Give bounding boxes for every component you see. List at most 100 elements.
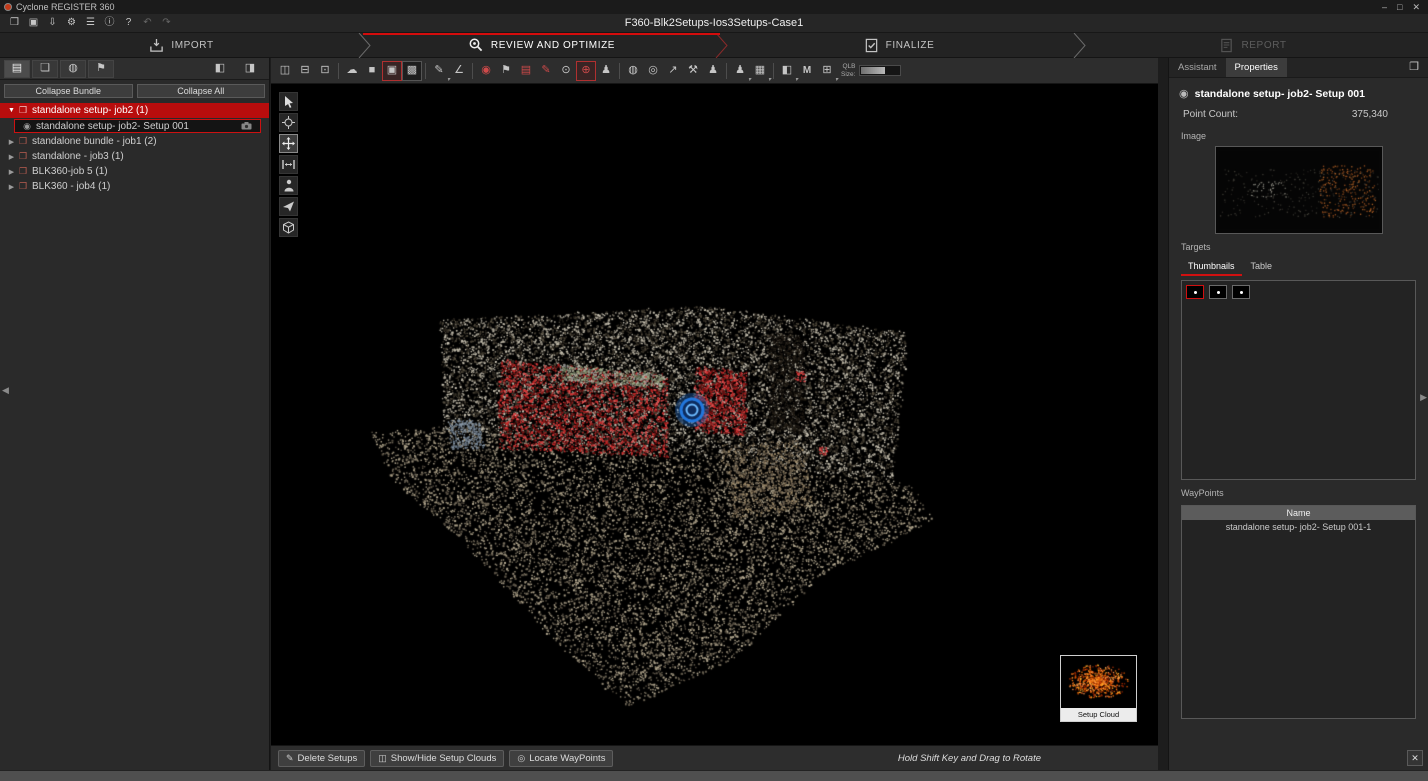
import-data-icon[interactable]: ⇩ [44,16,61,31]
viewport-bottom-bar: ✎ Delete Setups ◫ Show/Hide Setup Clouds… [271,745,1158,770]
pan-tool-button[interactable] [279,134,298,153]
draw-tool-icon[interactable]: ✎ [536,61,556,81]
fly-tool-button[interactable] [279,197,298,216]
panel-layout-icon[interactable]: ❐ [1404,58,1424,78]
open-project-icon[interactable]: ❒ [6,16,23,31]
split-horizontal-icon[interactable]: ◫ [275,61,295,81]
save-project-icon[interactable]: ▣ [25,16,42,31]
attachments-tab[interactable]: ❏ [32,60,58,78]
dropdown-caret-icon: ▾ [768,77,771,83]
measure-icon[interactable]: ∠ [449,61,469,81]
locate-icon: ◎ [517,753,525,764]
expand-view-icon[interactable]: ↗ [663,61,683,81]
dock-right-icon[interactable]: ◨ [237,60,263,78]
qlb-size-slider[interactable] [859,65,901,76]
properties-tab[interactable]: Properties [1226,58,1287,77]
unit-meter-icon[interactable]: M [797,61,817,81]
target-thumbnail-1[interactable] [1186,285,1204,299]
point-count-value: 375,340 [1352,109,1388,120]
show-hide-setup-clouds-button[interactable]: ◫ Show/Hide Setup Clouds [370,750,504,767]
maximize-button[interactable]: □ [1397,2,1402,13]
workflow-step-finalize[interactable]: FINALIZE [720,33,1078,57]
qlb-size-label: QLB Size: [841,63,855,77]
expander-icon[interactable]: ▶ [6,168,17,176]
collapse-right-panel-handle[interactable]: ▶ [1420,392,1427,403]
split-vertical-icon[interactable]: ⊟ [295,61,315,81]
point-cloud-canvas[interactable] [271,84,1158,745]
point-cloud-view-icon[interactable]: ☁ [342,61,362,81]
expander-icon[interactable]: ▼ [6,107,17,114]
project-explorer-tab[interactable]: ▤ [4,60,30,78]
pano-view-icon[interactable]: ▩ [402,61,422,81]
target-chips [1186,285,1411,299]
bookmarks-tab[interactable]: ⚑ [88,60,114,78]
delete-setups-button[interactable]: ✎ Delete Setups [278,750,365,767]
expander-icon[interactable]: ▶ [6,138,17,146]
tree-item-blk360-job5[interactable]: ▶ ❒ BLK360-job 5 (1) [0,164,269,179]
targets-thumbnails-tab[interactable]: Thumbnails [1181,259,1242,276]
point-cloud-viewport[interactable]: Setup Cloud [271,84,1158,745]
label-tool-icon[interactable]: ⚑ [496,61,516,81]
expander-icon[interactable]: ▶ [6,183,17,191]
qlb-slider-fill [861,67,884,74]
collapse-left-panel-handle[interactable]: ◀ [2,385,9,396]
adjust-tool-icon[interactable]: ⚒ [683,61,703,81]
tree-item-job1[interactable]: ▶ ❒ standalone bundle - job1 (2) [0,134,269,149]
dock-left-icon[interactable]: ◧ [207,60,233,78]
targets-table-tab[interactable]: Table [1244,259,1280,276]
collapse-all-button[interactable]: Collapse All [137,84,266,98]
explorer-tab-actions: ◧◨ [207,60,265,78]
collapse-bundle-button[interactable]: Collapse Bundle [4,84,133,98]
target-tool-icon[interactable]: ◉ [476,61,496,81]
workflow-step-review[interactable]: REVIEW AND OPTIMIZE [363,33,720,57]
tree-item-job2[interactable]: ▼ ❒ standalone setup- job2 (1) [0,103,269,118]
person-tool-icon[interactable]: ♟ [596,61,616,81]
locate-waypoints-button[interactable]: ◎ Locate WayPoints [509,750,613,767]
workflow-step-import[interactable]: IMPORT [0,33,363,57]
solid-view-icon[interactable]: ■ [362,61,382,81]
pin-tool-icon[interactable]: ⊕ [576,61,596,81]
close-button[interactable]: ✕ [1412,2,1420,13]
grid-settings-icon[interactable]: ▦▾ [750,61,770,81]
globe-icon[interactable]: ◍ [623,61,643,81]
panel-close-button[interactable]: ✕ [1407,750,1423,766]
assistant-tab[interactable]: Assistant [1169,58,1226,77]
project-list-icon[interactable]: ☰ [82,16,99,31]
tree-item-job3[interactable]: ▶ ❒ standalone - job3 (1) [0,149,269,164]
info-icon[interactable]: ⓘ [101,16,118,31]
targets-section-label: Targets [1169,234,1428,255]
setup-image-box[interactable] [1215,146,1383,234]
tree-item-setup-001[interactable]: ◉ standalone setup- job2- Setup 001 [14,119,261,133]
view-cube-icon[interactable]: ⊞▾ [817,61,837,81]
walk-mode-icon[interactable]: ♟ [703,61,723,81]
image-view-icon[interactable]: ▣ [382,61,402,81]
redo-icon[interactable]: ↷ [158,16,175,31]
setup-view-tool-button[interactable] [279,176,298,195]
minimize-button[interactable]: – [1382,2,1387,13]
fit-view-tool-button[interactable] [279,155,298,174]
target-thumbnail-3[interactable] [1232,285,1250,299]
expander-icon[interactable]: ▶ [6,153,17,161]
annotation-pen-icon[interactable]: ✎▾ [429,61,449,81]
axis-view-icon[interactable]: ◧▾ [777,61,797,81]
pick-point-tool-button[interactable] [279,113,298,132]
target-thumbnail-2[interactable] [1209,285,1227,299]
workflow-separator [712,33,730,58]
tree-item-blk360-job4[interactable]: ▶ ❒ BLK360 - job4 (1) [0,179,269,194]
help-icon[interactable]: ? [120,16,137,31]
point-count-label: Point Count: [1183,109,1238,120]
undo-icon[interactable]: ↶ [139,16,156,31]
slice-tool-icon[interactable]: ▤ [516,61,536,81]
settings-icon[interactable]: ⚙ [63,16,80,31]
geo-reference-icon[interactable]: ◎ [643,61,663,81]
web-map-tab[interactable]: ◍ [60,60,86,78]
view-3d-tool-button[interactable] [279,218,298,237]
select-tool-button[interactable] [279,92,298,111]
cursor-icon [283,95,295,108]
waypoint-row[interactable]: standalone setup- job2- Setup 001-1 [1182,520,1415,534]
setup-cloud-inset[interactable]: Setup Cloud [1060,655,1137,722]
workflow-step-report[interactable]: REPORT [1078,33,1428,57]
zoom-window-icon[interactable]: ⊡ [315,61,335,81]
camera-tool-icon[interactable]: ⊙ [556,61,576,81]
add-setup-icon[interactable]: ♟▾ [730,61,750,81]
